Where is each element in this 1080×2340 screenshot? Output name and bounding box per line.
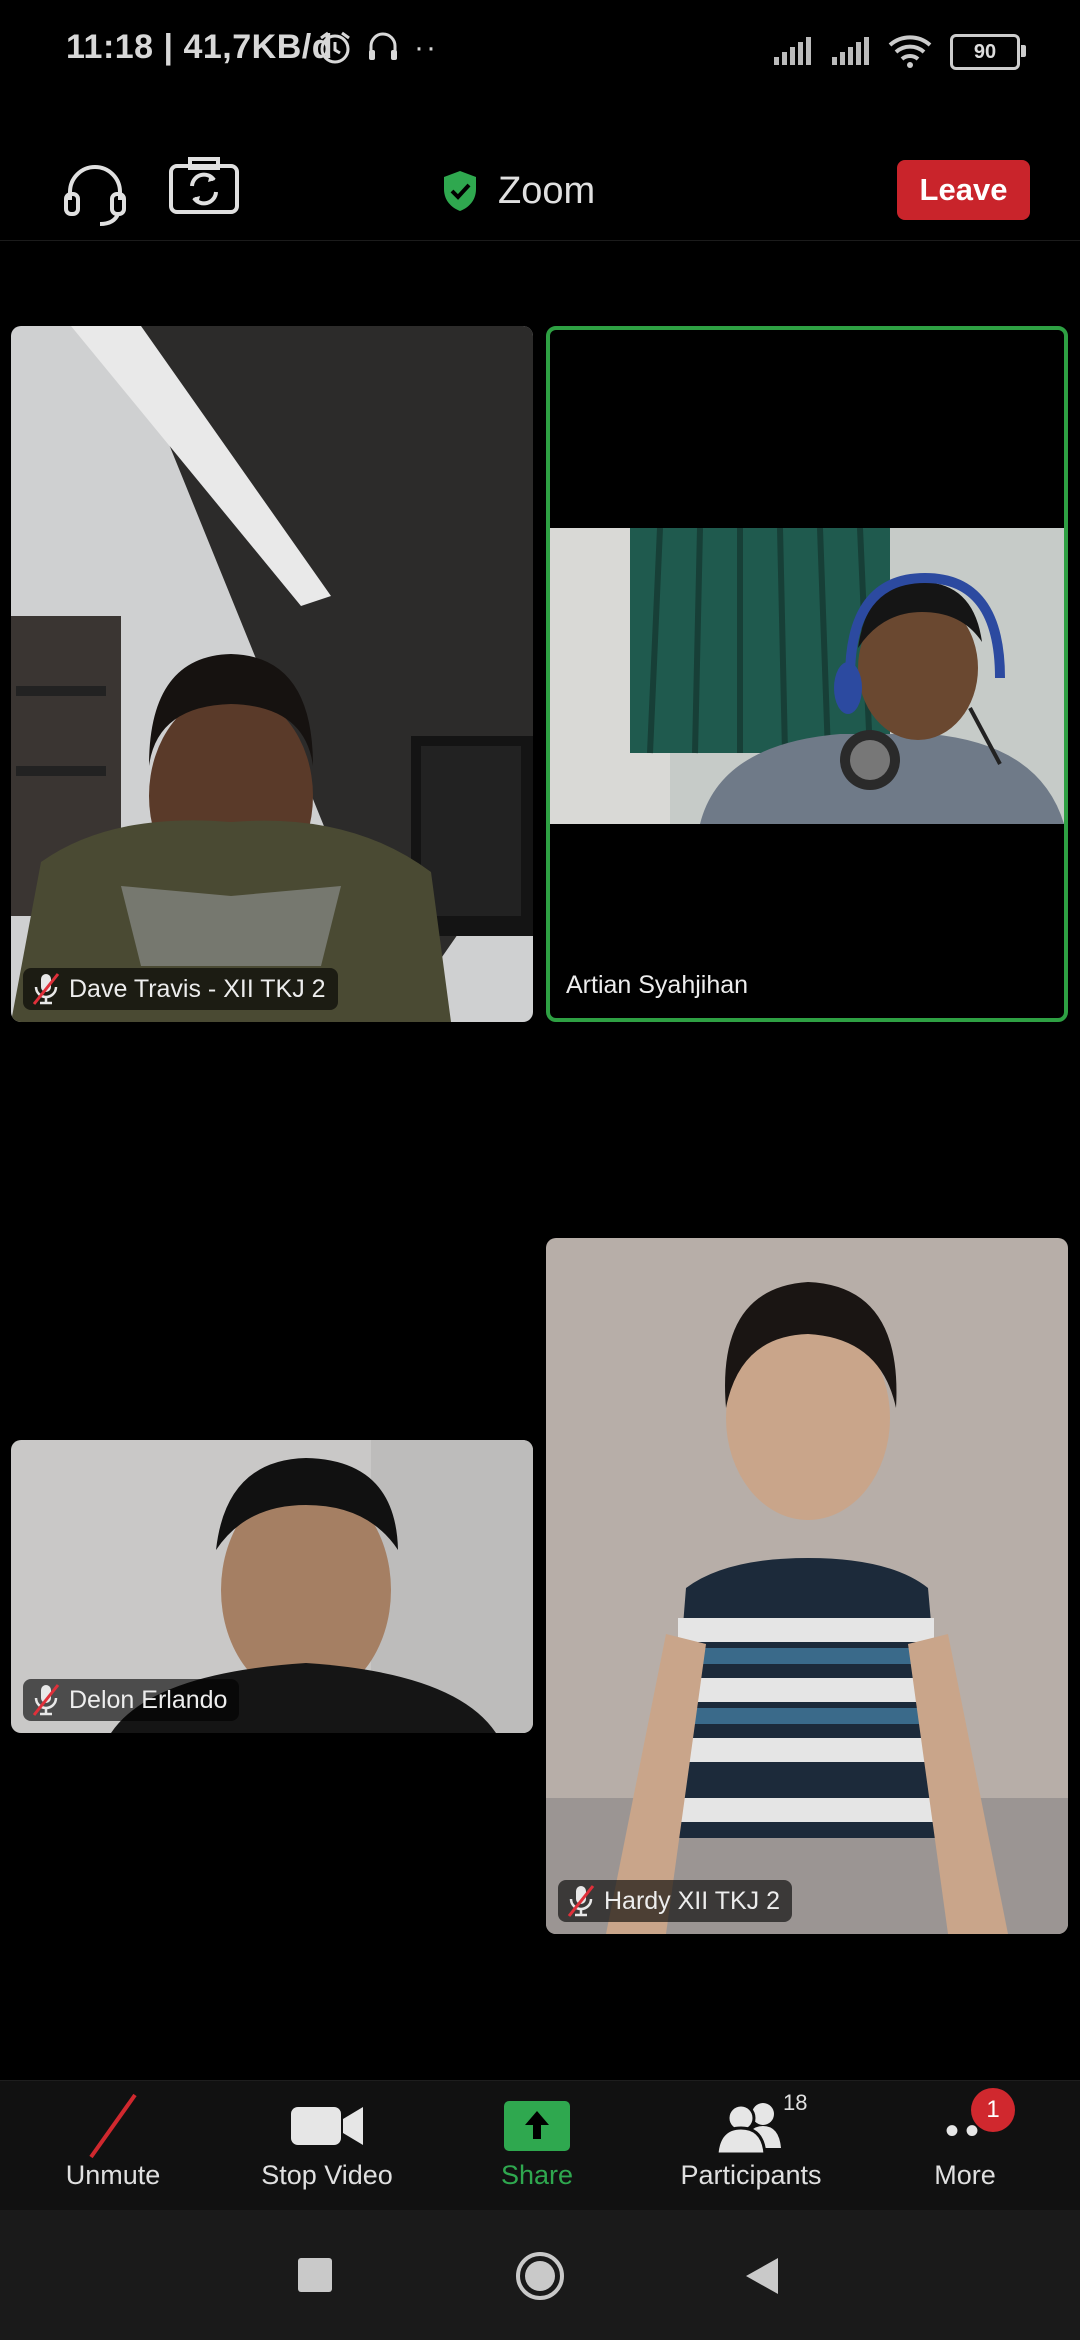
name-tag-hardy: Hardy XII TKJ 2	[558, 1880, 792, 1922]
status-right: 90	[772, 32, 1026, 72]
share-button[interactable]: Share	[452, 2082, 622, 2202]
participant-name: Dave Travis - XII TKJ 2	[69, 974, 326, 1003]
home-button[interactable]	[514, 2250, 566, 2302]
system-nav-bar	[0, 2210, 1080, 2340]
mic-muted-icon	[32, 973, 60, 1005]
name-tag-dave: Dave Travis - XII TKJ 2	[23, 968, 338, 1010]
participants-icon: 18	[711, 2090, 807, 2156]
name-tag-artian: Artian Syahjihan	[562, 964, 760, 1006]
status-dots: ··	[414, 31, 438, 64]
mic-off-icon	[73, 2093, 153, 2159]
audio-output-button[interactable]	[60, 158, 130, 228]
more-button[interactable]: •• 1 More	[880, 2082, 1050, 2202]
battery-tip	[1021, 45, 1026, 57]
meeting-title[interactable]: Zoom	[440, 166, 595, 216]
share-label: Share	[500, 2160, 574, 2190]
video-feed-artian	[550, 528, 1064, 824]
participant-name: Artian Syahjihan	[566, 970, 749, 999]
switch-camera-icon	[169, 157, 239, 214]
participant-name: Hardy XII TKJ 2	[604, 1886, 780, 1915]
signal-icon	[774, 37, 811, 65]
participants-count: 18	[783, 2090, 808, 2115]
participant-name: Delon Erlando	[69, 1685, 228, 1714]
battery-icon: 90	[950, 34, 1026, 70]
more-badge: 1	[971, 2088, 1015, 2132]
name-tag-delon: Delon Erlando	[23, 1679, 240, 1721]
video-feed-dave	[11, 326, 533, 1022]
video-tile-artian[interactable]: Artian Syahjihan	[546, 326, 1068, 1022]
status-bar: 11:18 | 41,7KB/d ·· 90	[0, 0, 1080, 100]
back-icon	[746, 2258, 778, 2294]
unmute-label: Unmute	[65, 2160, 161, 2190]
meeting-title-text: Zoom	[498, 169, 596, 212]
switch-camera-button[interactable]	[168, 156, 240, 216]
participants-label: Participants	[680, 2160, 822, 2190]
battery-level: 90	[973, 40, 997, 63]
back-button[interactable]	[742, 2256, 782, 2296]
more-dots-icon: •• 1	[925, 2088, 1015, 2156]
video-feed-hardy	[546, 1238, 1068, 1934]
signal-icon-2	[832, 37, 869, 65]
participants-button[interactable]: 18 Participants	[666, 2082, 836, 2202]
headset-icon	[64, 165, 126, 226]
mic-muted-icon	[567, 1885, 595, 1917]
wifi-icon	[888, 35, 932, 68]
headset-status-icon	[369, 32, 397, 60]
video-tile-delon[interactable]: Delon Erlando	[11, 1440, 533, 1733]
recent-apps-button[interactable]	[298, 2258, 332, 2292]
video-camera-icon	[287, 2096, 367, 2156]
shield-check-icon	[444, 171, 476, 211]
more-label: More	[934, 2160, 996, 2190]
video-tile-hardy[interactable]: Hardy XII TKJ 2	[546, 1238, 1068, 1934]
mic-muted-icon	[32, 1684, 60, 1716]
leave-button[interactable]: Leave	[897, 160, 1030, 220]
unmute-button[interactable]: Unmute	[28, 2082, 198, 2202]
status-extra-icons: ··	[318, 30, 438, 66]
video-tile-dave[interactable]: Dave Travis - XII TKJ 2	[11, 326, 533, 1022]
stop-video-button[interactable]: Stop Video	[242, 2082, 412, 2202]
alarm-icon	[320, 31, 350, 64]
stop-video-label: Stop Video	[261, 2160, 393, 2190]
share-arrow-icon	[497, 2096, 577, 2156]
status-time: 11:18 | 41,7KB/d	[66, 28, 333, 66]
home-icon	[516, 2252, 564, 2300]
